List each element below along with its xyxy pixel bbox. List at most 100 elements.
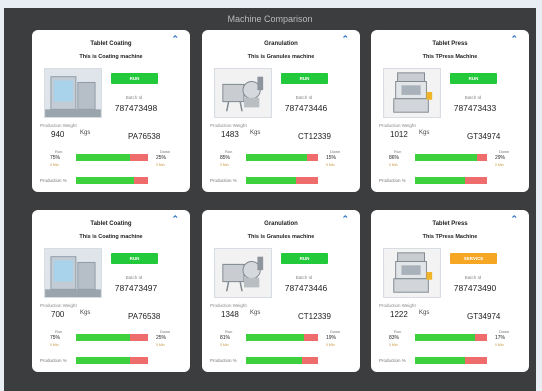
down-label: Down — [499, 149, 510, 154]
run-down-bar — [246, 334, 318, 341]
production-weight-unit: Kgs — [250, 310, 261, 316]
product-code: CT12339 — [298, 132, 331, 141]
batch-id-value: 787473446 — [284, 103, 328, 113]
run-percent: 75% — [50, 155, 61, 161]
production-weight-value: 700 — [51, 310, 65, 319]
run-label: Run — [394, 329, 402, 334]
batch-id-value: 787473498 — [114, 103, 158, 113]
collapse-chevron-icon[interactable]: ⌃ — [510, 214, 518, 225]
down-duration: 0 Min — [156, 163, 165, 167]
machine-card: Tablet Coating ⌃ This is Coating machine… — [32, 30, 190, 192]
production-weight-label: Production Weight — [40, 123, 77, 128]
run-bar-fill — [415, 154, 477, 161]
production-percent-label: Production % — [210, 178, 237, 183]
machine-description: This is Coating machine — [79, 54, 143, 60]
production-bar-fill — [76, 177, 134, 184]
production-bar-fill — [415, 357, 466, 364]
machine-name: Granulation — [264, 221, 298, 227]
production-weight-unit: Kgs — [80, 130, 91, 136]
run-bar-fill — [76, 154, 130, 161]
down-duration: 0 Min — [156, 343, 165, 347]
production-percent-label: Production % — [40, 178, 67, 183]
production-weight-label: Production Weight — [379, 123, 416, 128]
batch-id-value: 787473433 — [453, 103, 497, 113]
down-label: Down — [160, 329, 171, 334]
down-label: Down — [499, 329, 510, 334]
machine-card: Tablet Coating ⌃ This is Coating machine… — [32, 210, 190, 372]
down-label: Down — [160, 149, 171, 154]
run-down-bar — [415, 334, 487, 341]
machine-description: This TPress Machine — [422, 234, 478, 240]
down-duration: 0 Min — [495, 343, 504, 347]
machine-name: Tablet Press — [432, 221, 468, 227]
run-label: Run — [225, 329, 233, 334]
run-label: Run — [55, 329, 63, 334]
machine-card: Tablet Press ⌃ This TPress Machine RUN B… — [371, 30, 529, 192]
product-code: PA76538 — [128, 132, 161, 141]
machine-description: This is Granules machine — [247, 54, 315, 60]
production-weight-value: 1222 — [390, 310, 408, 319]
machine-description: This TPress Machine — [422, 54, 478, 60]
production-weight-value: 1348 — [221, 310, 239, 319]
machine-description: This is Granules machine — [247, 234, 315, 240]
run-percent: 75% — [50, 335, 61, 341]
collapse-chevron-icon[interactable]: ⌃ — [510, 34, 518, 45]
machine-image — [383, 68, 441, 118]
production-bar — [76, 357, 148, 364]
run-down-bar — [415, 154, 487, 161]
production-weight-unit: Kgs — [419, 130, 430, 136]
down-percent: 25% — [156, 335, 167, 341]
production-weight-unit: Kgs — [80, 310, 91, 316]
production-bar-fill — [246, 357, 303, 364]
batch-id-label: Batch Id — [125, 95, 143, 100]
batch-id-value: 787473490 — [453, 283, 497, 293]
down-duration: 0 Min — [326, 163, 335, 167]
run-percent: 81% — [220, 335, 231, 341]
status-badge: RUN — [111, 253, 158, 264]
machine-card: Tablet Press ⌃ This TPress Machine SERVI… — [371, 210, 529, 372]
production-percent-label: Production % — [379, 358, 406, 363]
collapse-chevron-icon[interactable]: ⌃ — [341, 34, 349, 45]
production-bar — [76, 177, 148, 184]
run-duration: 0 Min — [389, 343, 398, 347]
status-badge: RUN — [281, 253, 328, 264]
production-bar — [415, 357, 487, 364]
down-label: Down — [330, 329, 341, 334]
machine-image — [44, 248, 102, 298]
production-weight-unit: Kgs — [250, 130, 261, 136]
machine-name: Tablet Press — [432, 41, 468, 47]
status-badge: RUN — [450, 73, 497, 84]
run-duration: 0 Min — [389, 163, 398, 167]
status-badge: RUN — [111, 73, 158, 84]
production-bar — [415, 177, 487, 184]
production-weight-label: Production Weight — [210, 303, 247, 308]
run-duration: 0 Min — [50, 343, 59, 347]
run-label: Run — [225, 149, 233, 154]
production-weight-label: Production Weight — [210, 123, 247, 128]
machine-card: Granulation ⌃ This is Granules machine R… — [202, 30, 360, 192]
run-duration: 0 Min — [50, 163, 59, 167]
run-bar-fill — [76, 334, 130, 341]
production-weight-label: Production Weight — [40, 303, 77, 308]
production-bar — [246, 177, 318, 184]
run-label: Run — [55, 149, 63, 154]
run-percent: 86% — [389, 155, 400, 161]
machine-name: Granulation — [264, 41, 298, 47]
collapse-chevron-icon[interactable]: ⌃ — [171, 214, 179, 225]
machine-card: Granulation ⌃ This is Granules machine R… — [202, 210, 360, 372]
down-percent: 29% — [495, 155, 506, 161]
run-label: Run — [394, 149, 402, 154]
collapse-chevron-icon[interactable]: ⌃ — [341, 214, 349, 225]
product-code: CT12339 — [298, 312, 331, 321]
status-badge: RUN — [281, 73, 328, 84]
product-code: GT34974 — [467, 132, 501, 141]
run-duration: 0 Min — [220, 343, 229, 347]
run-bar-fill — [246, 154, 308, 161]
run-percent: 85% — [220, 155, 231, 161]
run-bar-fill — [415, 334, 475, 341]
run-duration: 0 Min — [220, 163, 229, 167]
batch-id-label: Batch Id — [295, 275, 313, 280]
production-bar — [246, 357, 318, 364]
production-percent-label: Production % — [379, 178, 406, 183]
collapse-chevron-icon[interactable]: ⌃ — [171, 34, 179, 45]
